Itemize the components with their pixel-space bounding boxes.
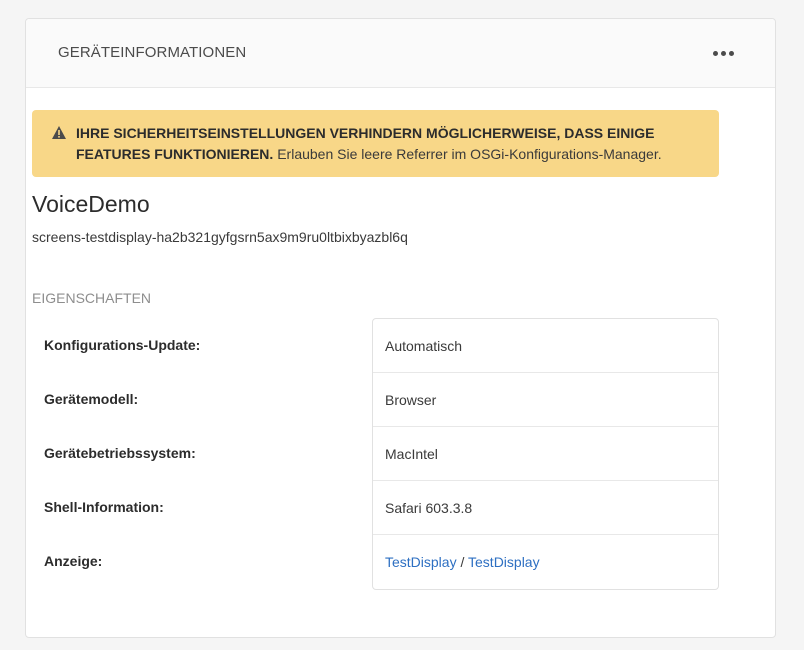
property-row: Gerätebetriebssystem: bbox=[32, 426, 719, 480]
ellipsis-icon bbox=[728, 50, 734, 56]
ellipsis-icon bbox=[712, 50, 718, 56]
card-header: GERÄTEINFORMATIONEN bbox=[26, 19, 775, 88]
property-label-device-os: Gerätebetriebssystem: bbox=[44, 445, 196, 461]
property-row: Anzeige: bbox=[32, 534, 719, 588]
property-label-display: Anzeige: bbox=[44, 553, 103, 569]
properties-section-label: EIGENSCHAFTEN bbox=[32, 290, 152, 306]
warning-icon bbox=[52, 126, 66, 139]
alert-text: Erlauben Sie leere Referrer im OSGi-Konf… bbox=[277, 146, 662, 162]
property-label-device-model: Gerätemodell: bbox=[44, 391, 139, 407]
property-label-shell-info: Shell-Information: bbox=[44, 499, 164, 515]
property-row: Konfigurations-Update: bbox=[32, 318, 719, 372]
ellipsis-icon bbox=[720, 50, 726, 56]
card-title: GERÄTEINFORMATIONEN bbox=[58, 44, 247, 61]
property-label-config-update: Konfigurations-Update: bbox=[44, 337, 201, 353]
more-options-button[interactable] bbox=[709, 43, 737, 63]
properties-table: Automatisch Browser MacIntel Safari 603.… bbox=[32, 318, 719, 590]
security-warning-alert: IHRE SICHERHEITSEINSTELLUNGEN VERHINDERN… bbox=[32, 110, 719, 177]
device-name: VoiceDemo bbox=[32, 191, 150, 217]
device-id: screens-testdisplay-ha2b321gyfgsrn5ax9m9… bbox=[32, 229, 408, 245]
property-row: Gerätemodell: bbox=[32, 372, 719, 426]
property-row: Shell-Information: bbox=[32, 480, 719, 534]
